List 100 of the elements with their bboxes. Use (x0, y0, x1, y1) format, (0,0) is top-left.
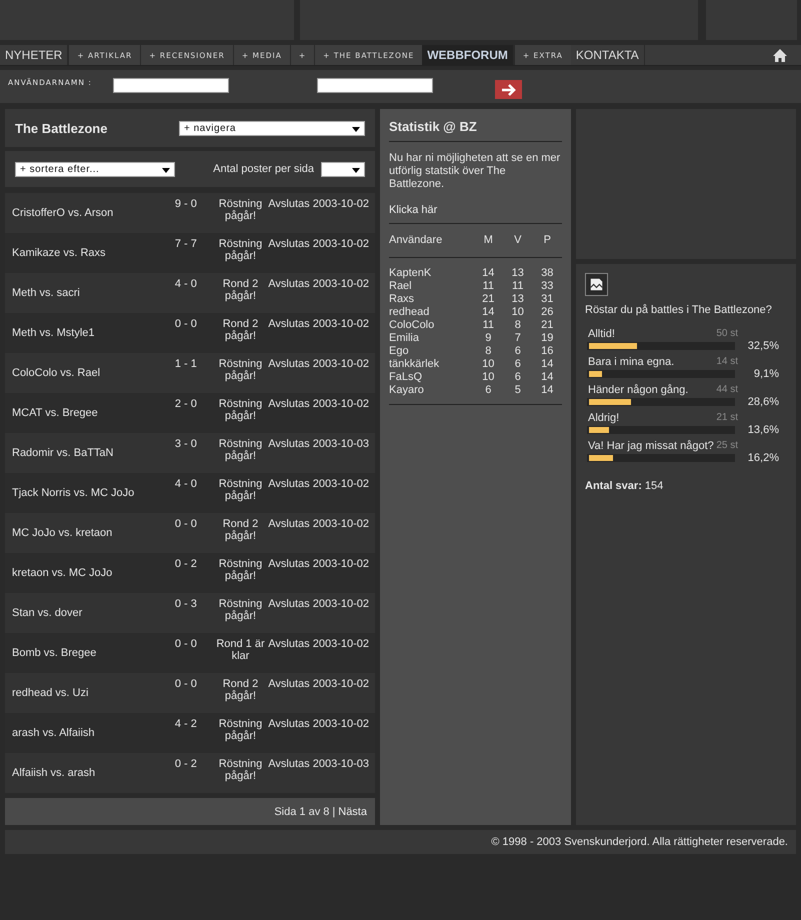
battle-score: 0 - 0 (174, 318, 198, 330)
table-cell-text: 38 (540, 267, 554, 280)
battle-end-date: Avslutas 2003-10-02 (268, 238, 369, 250)
battle-name: Radomir vs. BaTTaN (12, 447, 114, 459)
battle-score: 4 - 0 (174, 478, 198, 490)
battle-status: Rond 2 pågår! (222, 518, 260, 542)
battle-status: Röstning pågår! (218, 238, 264, 262)
table-cell-text: 6 (514, 345, 522, 358)
battle-end-date: Avslutas 2003-10-02 (268, 678, 369, 690)
battle-row[interactable]: Stan vs. dover 0 - 3 Röstning pågår! Avslutas 2003-10-02 (5, 593, 375, 633)
table-cell-text: 8 (514, 319, 522, 332)
sort-dropdown[interactable]: + sortera efter... (15, 162, 175, 176)
battle-row[interactable]: CristofferO vs. Arson 9 - 0 Röstning pågår! Avslutas 2003-10-02 (5, 193, 375, 233)
battle-row[interactable]: ColoColo vs. Rael 1 - 1 Röstning pågår! Avslutas 2003-10-02 (5, 353, 375, 393)
poll-question: Röstar du på battles i The Battlezone? (585, 304, 773, 316)
battle-row[interactable]: Alfaiish vs. arash 0 - 2 Röstning pågår! Avslutas 2003-10-03 (5, 753, 375, 793)
copyright-text: © 1998 - 2003 Svenskunderjord. Alla rättigheter reserverade. (491, 836, 788, 848)
battle-score: 0 - 0 (174, 638, 198, 650)
table-cell-text: 13 (510, 293, 525, 306)
per-page-dropdown[interactable] (321, 162, 365, 176)
battle-row[interactable]: Meth vs. sacri 4 - 0 Rond 2 pågår! Avslutas 2003-10-02 (5, 273, 375, 313)
vote-count: 50 st (716, 328, 738, 340)
battle-status: Röstning pågår! (218, 598, 264, 622)
battle-name: redhead vs. Uzi (12, 687, 90, 699)
total-count: 154 (644, 480, 664, 492)
stats-intro: Nu har ni möjligheten att se en mer utförlig statstik över The Battlezone. (389, 152, 562, 191)
poll-option: Alltid! (588, 328, 615, 340)
battle-name: Stan vs. dover (12, 607, 84, 619)
battle-status: Röstning pågår! (218, 758, 264, 782)
battle-name: MC JoJo vs. kretaon (12, 527, 114, 539)
table-cell-text: 19 (540, 332, 554, 345)
battle-name: MCAT vs. Bregee (12, 407, 99, 419)
login-button[interactable] (495, 80, 522, 99)
per-page-label: Antal poster per sida (213, 163, 314, 175)
table-cell-text: Emilia (389, 332, 420, 345)
battle-status: Rond 1 är klar (215, 638, 266, 662)
table-cell-text: ColoColo (389, 319, 436, 332)
vote-count: 14 st (716, 356, 738, 368)
table-cell-text: 14 (481, 267, 496, 280)
battle-end-date: Avslutas 2003-10-02 (268, 718, 369, 730)
vote-percent: 13,6% (748, 424, 779, 436)
battle-status: Rond 2 pågår! (222, 278, 260, 302)
battle-row[interactable]: MC JoJo vs. kretaon 0 - 0 Rond 2 pågår! Avslutas 2003-10-02 (5, 513, 375, 553)
battle-score: 0 - 2 (174, 558, 198, 570)
table-cell-text: 14 (540, 371, 554, 384)
battle-row[interactable]: redhead vs. Uzi 0 - 0 Rond 2 pågår! Avslutas 2003-10-02 (5, 673, 375, 713)
battle-score: 1 - 1 (174, 358, 198, 370)
battle-status: Röstning pågår! (218, 398, 264, 422)
nav-link[interactable]: KONTAKTA (570, 45, 645, 65)
next-link[interactable]: Nästa (338, 806, 367, 818)
vote-count: 21 st (716, 412, 738, 424)
battle-status: Röstning pågår! (218, 478, 264, 502)
battle-name: Bomb vs. Bregee (12, 647, 98, 659)
battle-status: Rond 2 pågår! (222, 318, 260, 342)
poll-option: Aldrig! (588, 412, 620, 424)
caret-icon (162, 168, 170, 172)
table-cell-text: 6 (514, 358, 522, 371)
table-cell-text: 7 (514, 332, 522, 345)
caret-icon (352, 126, 360, 132)
table-cell-text: redhead (389, 306, 430, 319)
table-cell-text: 11 (482, 319, 495, 332)
table-cell-text: Ego (389, 345, 410, 358)
battle-name: Alfaiish vs. arash (12, 767, 96, 779)
battle-end-date: Avslutas 2003-10-03 (268, 438, 369, 450)
stats-link[interactable]: Klicka här (389, 204, 562, 216)
table-cell-text: FaLsQ (389, 371, 424, 384)
vote-percent: 16,2% (748, 452, 779, 464)
poll-option: Bara i mina egna. (588, 356, 674, 368)
table-cell-text: 10 (481, 358, 496, 371)
username-field[interactable] (113, 78, 229, 93)
battle-status: Röstning pågår! (218, 718, 264, 742)
battle-score: 9 - 0 (174, 198, 198, 210)
battle-end-date: Avslutas 2003-10-02 (268, 478, 369, 490)
battle-end-date: Avslutas 2003-10-02 (268, 398, 369, 410)
battle-score: 7 - 7 (174, 238, 198, 250)
battle-status: Röstning pågår! (218, 358, 264, 382)
nav-link[interactable]: WEBBFORUM (422, 45, 514, 65)
battle-name: arash vs. Alfaiish (12, 727, 96, 739)
vote-percent: 32,5% (748, 340, 779, 352)
battle-end-date: Avslutas 2003-10-02 (268, 318, 369, 330)
battle-end-date: Avslutas 2003-10-02 (268, 278, 369, 290)
battle-row[interactable]: Radomir vs. BaTTaN 3 - 0 Röstning pågår! Avslutas 2003-10-03 (5, 433, 375, 473)
table-cell-text: 5 (514, 384, 522, 397)
battle-score: 4 - 0 (174, 278, 198, 290)
table-cell-text: 14 (540, 384, 554, 397)
table-cell-text: 14 (481, 306, 496, 319)
table-cell-text: 33 (540, 280, 554, 293)
battle-end-date: Avslutas 2003-10-02 (268, 518, 369, 530)
battle-score: 4 - 2 (174, 718, 198, 730)
battle-status: Röstning pågår! (218, 558, 264, 582)
battle-end-date: Avslutas 2003-10-02 (268, 598, 369, 610)
table-cell-text: 31 (540, 293, 554, 306)
vote-count: 44 st (716, 384, 738, 396)
password-field[interactable] (317, 78, 433, 93)
navigate-dropdown[interactable]: + navigera (179, 120, 365, 136)
vote-percent: 28,6% (748, 396, 779, 408)
vote-percent: 9,1% (754, 368, 779, 380)
table-cell-text: 14 (540, 358, 554, 371)
home-icon[interactable] (773, 48, 787, 62)
table-cell-text: Raxs (389, 293, 416, 306)
